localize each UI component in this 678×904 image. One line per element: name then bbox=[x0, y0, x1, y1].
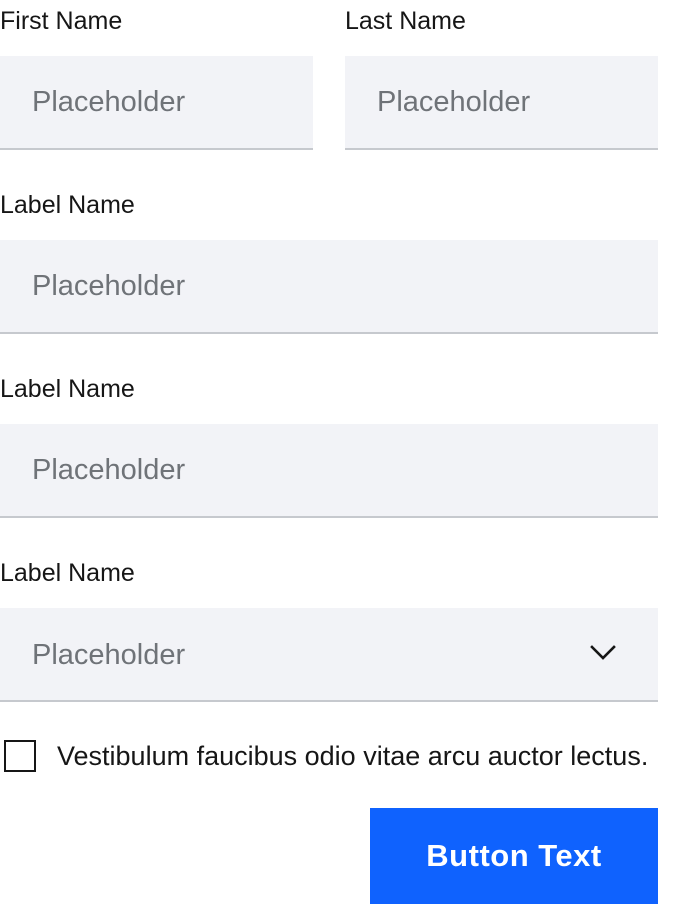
first-name-input[interactable] bbox=[0, 56, 313, 148]
last-name-label: Last Name bbox=[345, 7, 466, 35]
chevron-down-icon bbox=[590, 645, 616, 660]
first-name-field-container bbox=[0, 56, 313, 150]
submit-button[interactable]: Button Text bbox=[370, 808, 658, 904]
agree-checkbox[interactable] bbox=[4, 740, 36, 772]
last-name-field-container bbox=[345, 56, 658, 150]
select-dropdown[interactable]: Placeholder bbox=[0, 608, 658, 702]
field-2-label: Label Name bbox=[0, 375, 135, 403]
checkbox-label: Vestibulum faucibus odio vitae arcu auct… bbox=[57, 741, 649, 771]
field-2-input[interactable] bbox=[0, 424, 658, 516]
field-2-container bbox=[0, 424, 658, 518]
field-1-label: Label Name bbox=[0, 191, 135, 219]
field-1-container bbox=[0, 240, 658, 334]
select-value: Placeholder bbox=[32, 639, 186, 671]
field-1-input[interactable] bbox=[0, 240, 658, 332]
select-label: Label Name bbox=[0, 559, 135, 587]
first-name-label: First Name bbox=[0, 7, 123, 35]
last-name-input[interactable] bbox=[345, 56, 658, 148]
